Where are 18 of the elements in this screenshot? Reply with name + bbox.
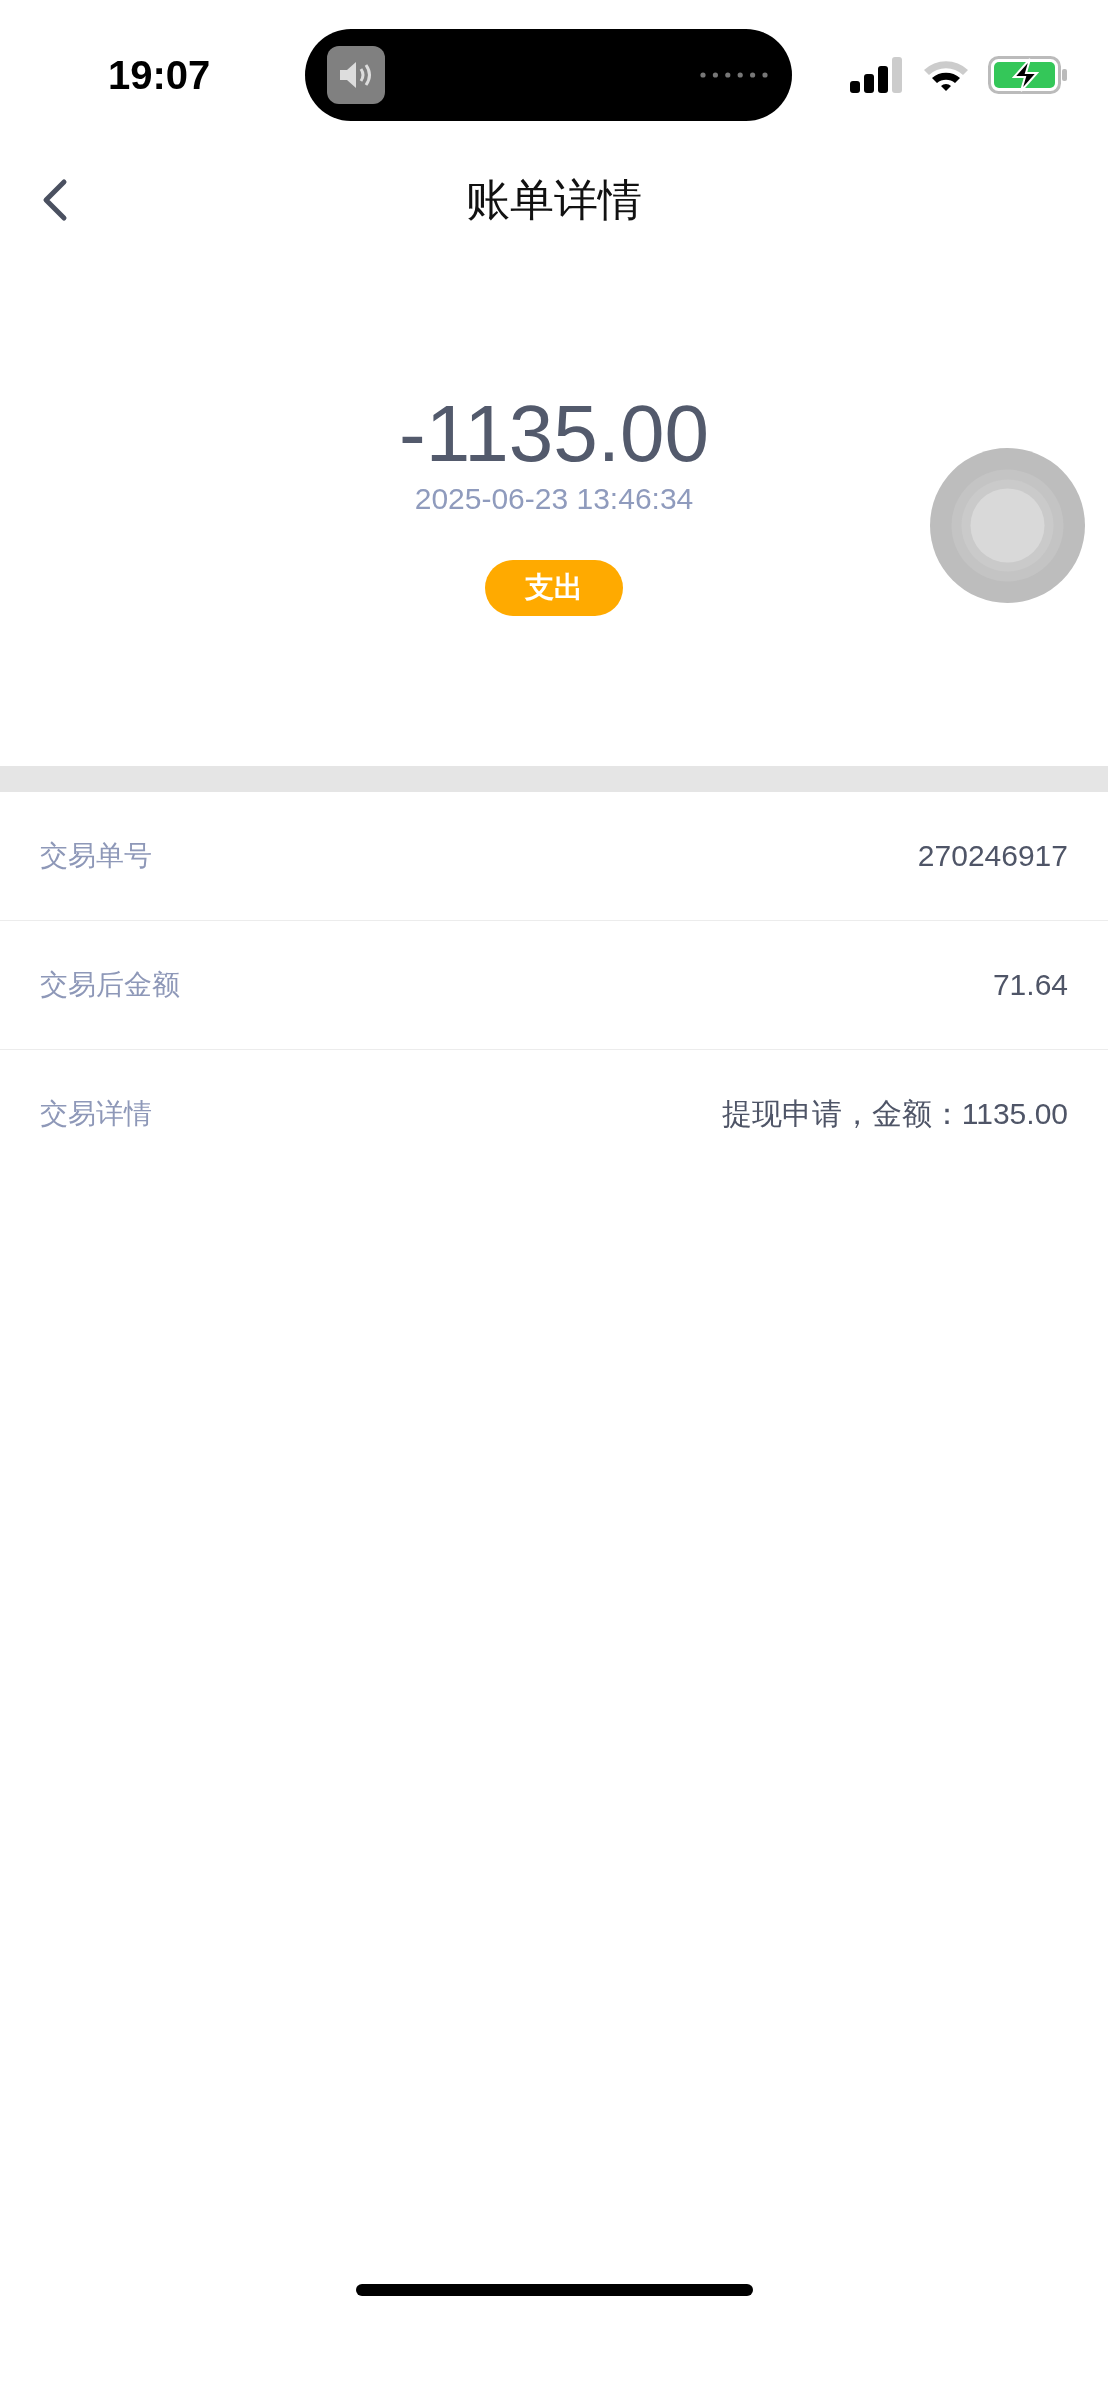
detail-value: 71.64 (992, 968, 1068, 1002)
detail-label: 交易单号 (40, 839, 152, 873)
detail-label: 交易后金额 (40, 968, 180, 1002)
wifi-icon (922, 58, 970, 92)
battery-icon (988, 56, 1068, 94)
detail-value: 提现申请，金额：1135.00 (721, 1095, 1068, 1132)
dots-icon (700, 72, 768, 78)
home-indicator[interactable] (355, 2284, 753, 2296)
detail-label: 交易详情 (40, 1097, 152, 1131)
assistive-touch-button[interactable] (930, 448, 1085, 603)
amount: -1135.00 (399, 394, 709, 474)
signal-icon (850, 57, 904, 93)
transaction-time: 2025-06-23 13:46:34 (414, 482, 694, 516)
status-time: 19:07 (108, 52, 212, 98)
speaker-icon (327, 46, 385, 104)
page-title: 账单详情 (466, 173, 642, 226)
type-badge: 支出 (485, 560, 623, 616)
detail-value: 270246917 (917, 839, 1068, 873)
